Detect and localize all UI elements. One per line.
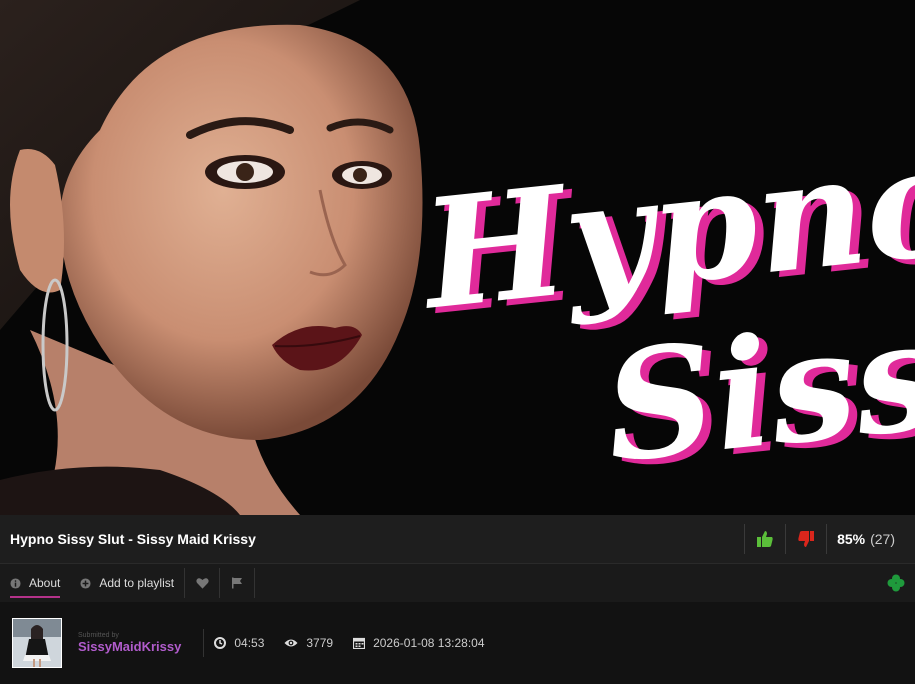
heart-icon [195,578,209,589]
calendar-icon [353,637,366,649]
video-player[interactable]: Hypno Hypno Sissy Sissy [0,0,915,515]
video-title-bar: Hypno Sissy Slut - Sissy Maid Krissy 85%… [0,515,915,564]
video-title: Hypno Sissy Slut - Sissy Maid Krissy [10,531,256,547]
video-tabs-bar: About Add to playlist [0,564,915,602]
add-to-playlist-label: Add to playlist [99,576,175,590]
submitted-by-label: Submitted by [78,632,119,639]
video-info-bar: Submitted by SissyMaidKrissy 04:53 3779 … [0,602,915,684]
rating: 85% (27) [826,524,915,554]
report-button[interactable] [220,564,254,602]
dislike-button[interactable] [785,524,826,554]
divider [254,568,256,598]
submitter-username-link[interactable]: SissyMaidKrissy [78,639,181,654]
rating-count: (27) [870,531,895,547]
eye-icon [284,639,298,647]
tab-about-label: About [29,576,61,590]
plus-circle-icon [80,577,91,589]
submitter: Submitted by SissyMaidKrissy [78,632,181,654]
like-button[interactable] [744,524,785,554]
clover-button[interactable] [887,574,905,597]
divider [203,629,205,657]
clock-icon [214,637,227,649]
views-value: 3779 [306,636,334,650]
flag-icon [232,577,243,589]
avatar[interactable] [12,618,62,668]
duration: 04:53 [214,636,264,650]
info-icon [10,577,21,589]
clover-icon [887,574,905,592]
views: 3779 [284,636,333,650]
rating-percent: 85% [837,531,866,547]
favorite-button[interactable] [185,564,219,602]
tab-about[interactable]: About [0,564,70,602]
add-to-playlist-button[interactable]: Add to playlist [70,564,184,602]
avatar-image [13,619,61,667]
thumbs-up-icon [757,531,773,547]
video-thumbnail: Hypno Hypno Sissy Sissy [0,0,915,515]
thumbs-down-icon [798,531,815,547]
date: 2026-01-08 13:28:04 [353,636,485,650]
date-value: 2026-01-08 13:28:04 [373,636,485,650]
duration-value: 04:53 [234,636,265,650]
